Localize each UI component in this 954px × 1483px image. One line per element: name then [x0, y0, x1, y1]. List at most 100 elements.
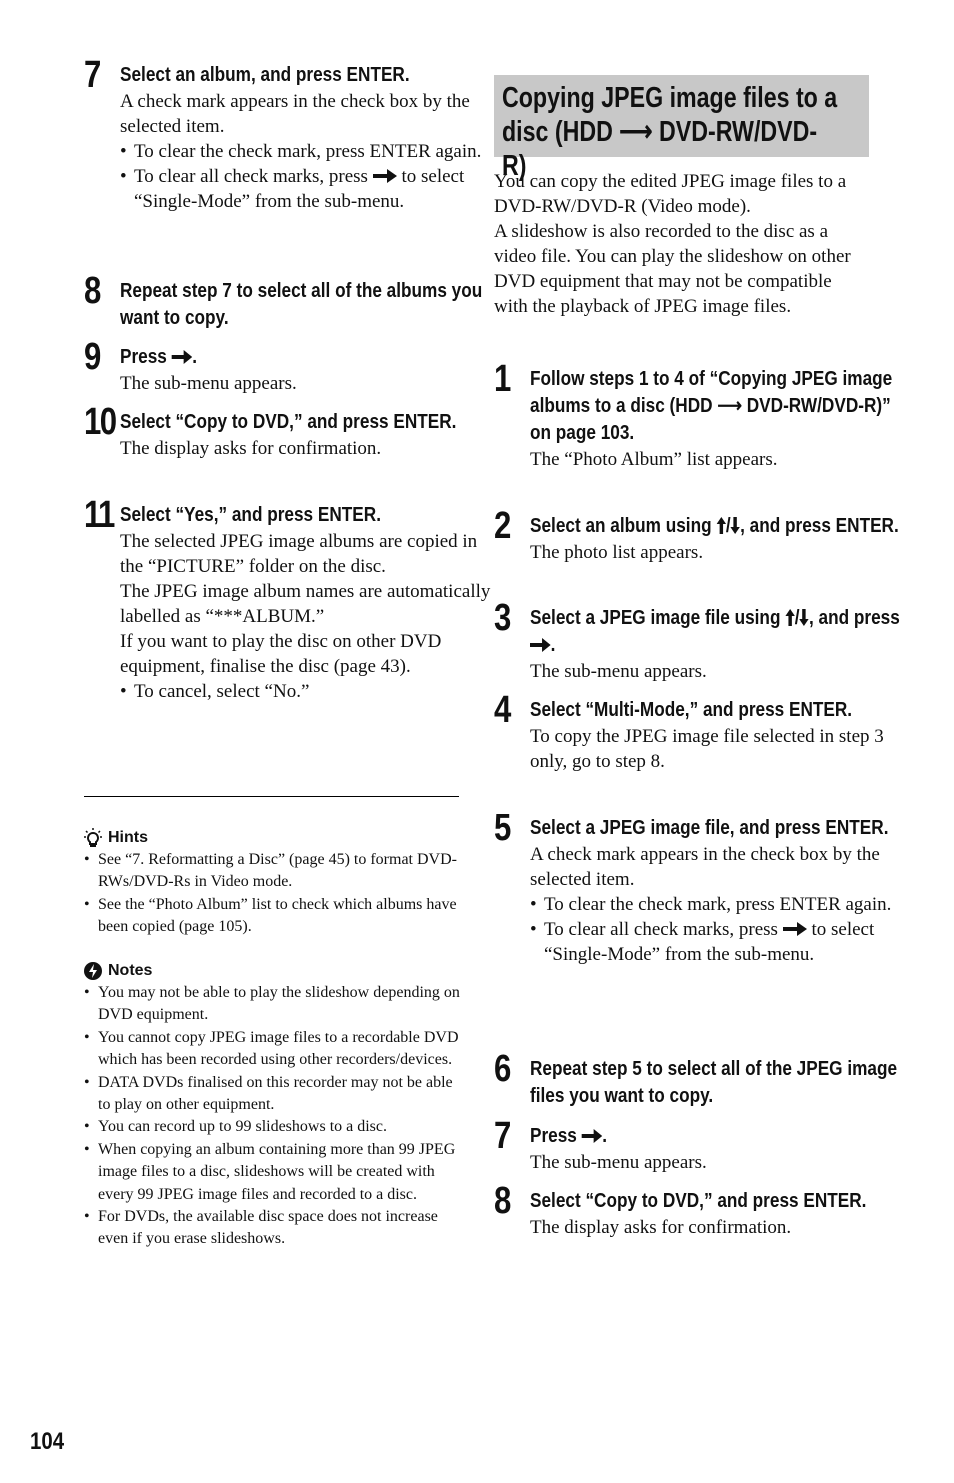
note-item: You can record up to 99 slideshows to a … [84, 1116, 460, 1139]
step-heading: Select “Multi-Mode,” and press ENTER. [530, 699, 853, 721]
lightning-icon [84, 962, 102, 980]
up-arrow-icon [716, 517, 725, 534]
notes-heading: Notes [84, 960, 460, 982]
step-heading: Press . [120, 344, 495, 371]
heading-text: . [550, 634, 556, 656]
step-number: 4 [494, 689, 511, 731]
right-arrow-icon [530, 638, 551, 652]
note-item: You may not be able to play the slidesho… [84, 982, 460, 1027]
up-arrow-icon [785, 609, 794, 626]
step-heading: Select “Yes,” and press ENTER. [120, 504, 381, 526]
step-number: 2 [494, 505, 511, 547]
step-number: 6 [494, 1048, 511, 1090]
step-heading: Press . [530, 1123, 905, 1150]
heading-text: . [602, 1125, 608, 1147]
step-number: 1 [494, 358, 511, 400]
hint-item: See “7. Reformatting a Disc” (page 45) t… [84, 849, 460, 894]
intro-paragraph: You can copy the edited JPEG image files… [494, 171, 847, 217]
step-text: The “Photo Album” list appears. [530, 449, 778, 470]
note-item: You cannot copy JPEG image files to a re… [84, 1027, 460, 1072]
step-5: 5 Select a JPEG image file, and press EN… [494, 809, 906, 967]
bullet-text: To clear all check marks, press [134, 166, 368, 187]
heading-text: . [192, 346, 198, 368]
step-number: 7 [494, 1115, 511, 1157]
step-2: 2 Select an album using /, and press ENT… [494, 507, 906, 565]
step-heading: Select a JPEG image file, and press ENTE… [530, 817, 889, 839]
down-arrow-icon [731, 517, 740, 534]
step-9: 9 Press . The sub-menu appears. [84, 338, 496, 396]
step-heading: Follow steps 1 to 4 of “Copying JPEG ima… [530, 368, 893, 444]
intro: You can copy the edited JPEG image files… [494, 169, 870, 319]
step-text: The photo list appears. [530, 542, 704, 563]
heading-text: Select a JPEG image file using [530, 607, 781, 629]
step-text: To copy the JPEG image file selected in … [530, 726, 884, 772]
step-number: 5 [494, 807, 511, 849]
step-text: The sub-menu appears. [120, 373, 297, 394]
intro-paragraph: A slideshow is also recorded to the disc… [494, 221, 851, 317]
step-heading: Select an album, and press ENTER. [120, 64, 410, 86]
bullet-item: To cancel, select “No.” [120, 679, 496, 704]
step-number: 11 [84, 494, 115, 536]
heading-text: , and press [808, 607, 900, 629]
down-arrow-icon [799, 609, 808, 626]
step-number: 8 [84, 270, 101, 312]
step-heading: Repeat step 5 to select all of the JPEG … [530, 1058, 898, 1107]
step-text: The sub-menu appears. [530, 1152, 707, 1173]
step-heading: Select “Copy to DVD,” and press ENTER. [530, 1190, 867, 1212]
page-number: 104 [30, 1428, 65, 1455]
step-7: 7 Select an album, and press ENTER. A ch… [84, 56, 496, 214]
bullet-item: To clear the check mark, press ENTER aga… [120, 139, 496, 164]
step-6: 6 Repeat step 5 to select all of the JPE… [494, 1050, 906, 1110]
step-paragraph: The selected JPEG image albums are copie… [120, 531, 478, 577]
hints-title: Hints [108, 829, 148, 846]
note-item: DATA DVDs finalised on this recorder may… [84, 1072, 460, 1117]
heading-text: Press [530, 1125, 577, 1147]
step-number: 3 [494, 597, 511, 639]
step-heading: Select “Copy to DVD,” and press ENTER. [120, 411, 457, 433]
hints-section: Hints See “7. Reformatting a Disc” (page… [84, 827, 460, 939]
heading-text: Select an album using [530, 515, 712, 537]
hint-item: See the “Photo Album” list to check whic… [84, 894, 460, 939]
step-paragraph: If you want to play the disc on other DV… [120, 631, 442, 677]
section-title: Copying JPEG image files to a disc (HDD … [502, 82, 838, 182]
hints-heading: Hints [84, 827, 460, 849]
step-number: 8 [494, 1180, 511, 1222]
step-4: 4 Select “Multi-Mode,” and press ENTER. … [494, 691, 906, 774]
step-text: A check mark appears in the check box by… [120, 91, 470, 137]
step-text: The sub-menu appears. [530, 661, 707, 682]
step-7: 7 Press . The sub-menu appears. [494, 1117, 906, 1175]
step-text: A check mark appears in the check box by… [530, 844, 880, 890]
bullet-item: To clear all check marks, press to selec… [530, 917, 906, 967]
bullet-text: To clear all check marks, press [544, 919, 778, 940]
right-arrow-icon [373, 169, 397, 183]
bullet-item: To clear all check marks, press to selec… [120, 164, 496, 214]
right-arrow-icon [783, 922, 807, 936]
step-heading: Select an album using /, and press ENTER… [530, 515, 899, 537]
step-11: 11 Select “Yes,” and press ENTER. The se… [84, 496, 496, 704]
step-paragraph: The JPEG image album names are automatic… [120, 581, 491, 627]
step-number: 9 [84, 336, 101, 378]
right-arrow-icon [582, 1129, 603, 1143]
step-text: The display asks for confirmation. [120, 438, 382, 459]
note-item: For DVDs, the available disc space does … [84, 1206, 460, 1251]
step-text: The display asks for confirmation. [530, 1217, 792, 1238]
notes-section: Notes You may not be able to play the sl… [84, 960, 460, 1251]
bullet-item: To clear the check mark, press ENTER aga… [530, 892, 906, 917]
right-arrow-icon [172, 350, 193, 364]
note-item: When copying an album containing more th… [84, 1139, 460, 1206]
step-number: 7 [84, 54, 101, 96]
heading-text: , and press ENTER. [740, 515, 899, 537]
section-divider [84, 796, 459, 797]
lightbulb-icon [84, 828, 102, 847]
step-3: 3 Select a JPEG image file using /, and … [494, 599, 906, 684]
step-8: 8 Repeat step 7 to select all of the alb… [84, 272, 496, 332]
step-10: 10 Select “Copy to DVD,” and press ENTER… [84, 403, 496, 461]
step-number: 10 [84, 401, 117, 443]
section-title-box: Copying JPEG image files to a disc (HDD … [494, 75, 869, 182]
step-heading: Select a JPEG image file using /, and pr… [530, 607, 900, 656]
step-heading: Repeat step 7 to select all of the album… [120, 280, 483, 329]
step-8: 8 Select “Copy to DVD,” and press ENTER.… [494, 1182, 906, 1240]
step-1: 1 Follow steps 1 to 4 of “Copying JPEG i… [494, 360, 906, 472]
heading-text: Press [120, 346, 167, 368]
notes-title: Notes [108, 962, 153, 979]
